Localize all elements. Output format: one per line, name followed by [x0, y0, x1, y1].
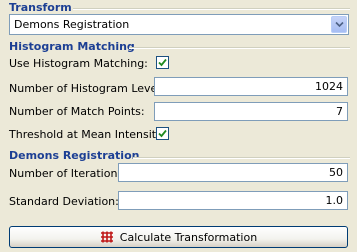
- grid-transform-icon: [100, 231, 113, 243]
- transform-type-value: Demons Registration: [14, 18, 130, 31]
- histogram-levels-label: Number of Histogram Levels:: [9, 82, 170, 95]
- checkmark-icon: [158, 129, 167, 138]
- transform-section-title: Transform: [9, 1, 72, 14]
- iterations-input[interactable]: [118, 163, 348, 182]
- demons-section-title: Demons Registration: [9, 149, 139, 162]
- histogram-title-text: Histogram Matching: [9, 40, 135, 53]
- use-histogram-label: Use Histogram Matching:: [9, 57, 148, 70]
- transform-section-rule: [73, 8, 350, 10]
- chevron-down-icon: [334, 21, 344, 28]
- histogram-section-title: Histogram Matching: [9, 40, 135, 53]
- use-histogram-checkbox[interactable]: [156, 56, 169, 69]
- iterations-label: Number of Iterations:: [9, 167, 127, 180]
- calculate-transformation-label: Calculate Transformation: [119, 230, 258, 244]
- match-points-label: Number of Match Points:: [9, 105, 145, 118]
- stddev-label: Standard Deviation:: [9, 195, 119, 208]
- transform-type-dropdown[interactable]: Demons Registration: [9, 14, 349, 35]
- histogram-section-rule: [129, 47, 350, 49]
- demons-section-rule: [133, 157, 350, 159]
- stddev-input[interactable]: [118, 191, 348, 210]
- dropdown-arrow-button[interactable]: [331, 16, 347, 33]
- transform-title-text: Transform: [9, 1, 72, 14]
- threshold-mean-label: Threshold at Mean Intensity:: [9, 128, 166, 141]
- calculate-transformation-button[interactable]: Calculate Transformation: [9, 226, 348, 248]
- histogram-levels-input[interactable]: [154, 77, 348, 96]
- demons-title-text: Demons Registration: [9, 149, 140, 162]
- match-points-input[interactable]: [154, 102, 348, 121]
- threshold-mean-checkbox[interactable]: [156, 127, 169, 140]
- checkmark-icon: [158, 58, 167, 67]
